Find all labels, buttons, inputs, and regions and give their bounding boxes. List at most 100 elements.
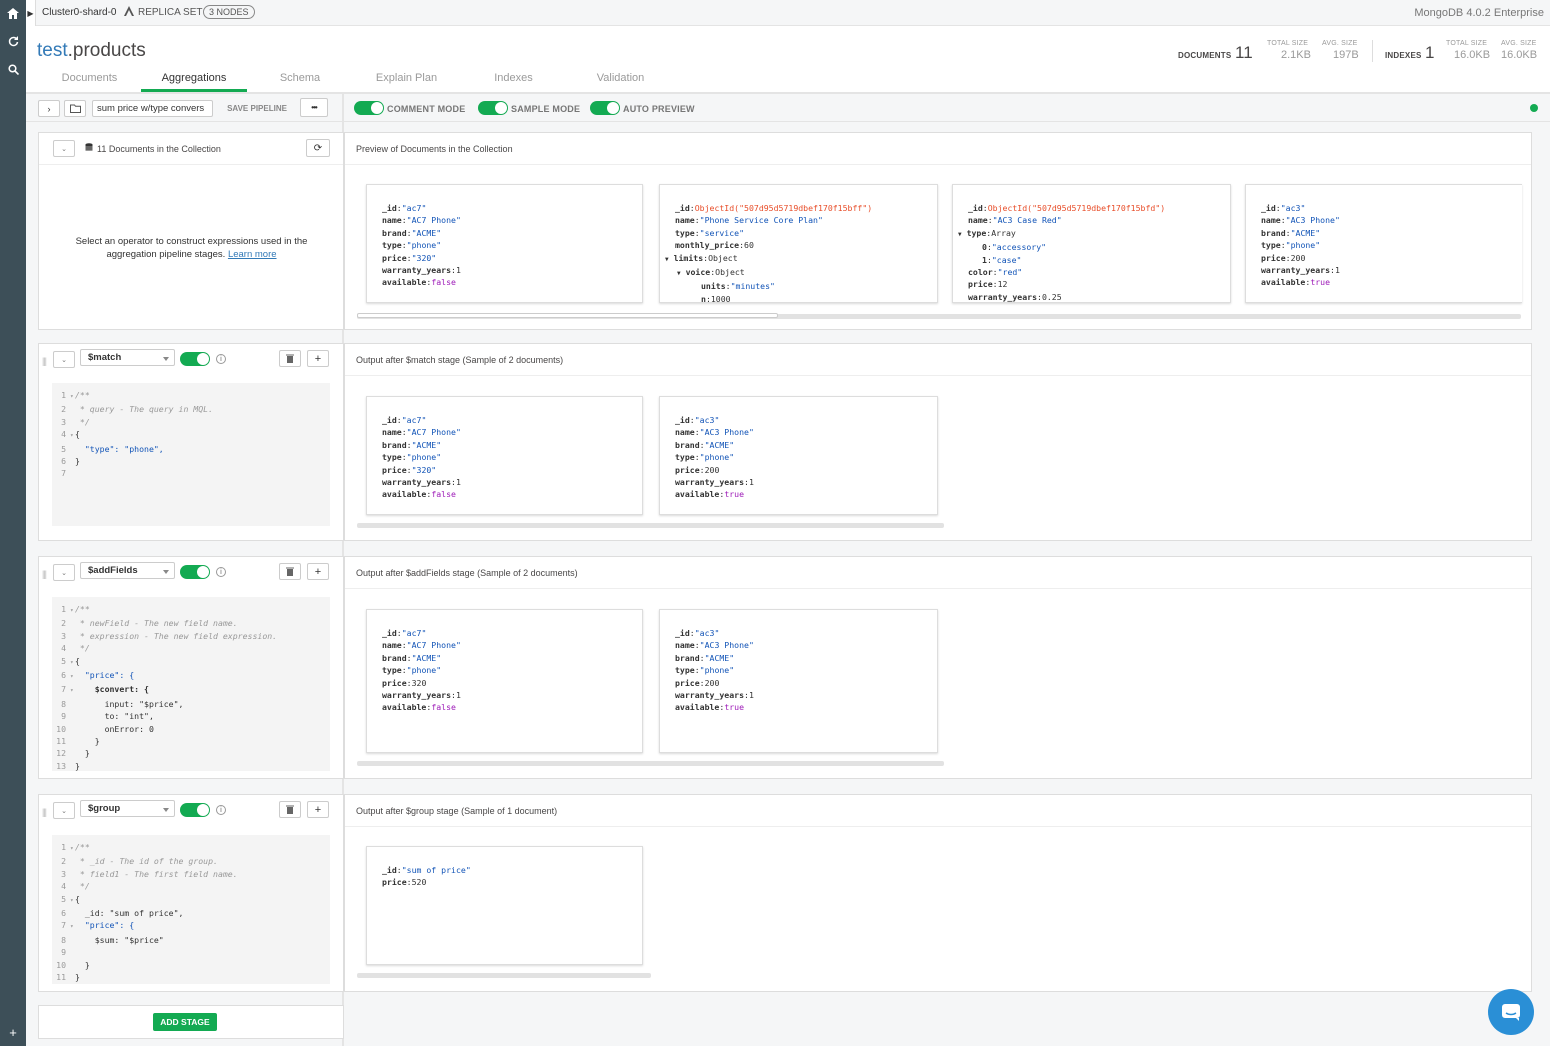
field-key: name: [968, 215, 988, 226]
collapse-stage-button[interactable]: ⌄: [53, 351, 75, 368]
document-field: name:"AC3 Case Red": [968, 215, 1062, 226]
drag-handle-icon[interactable]: |||: [42, 569, 47, 579]
stage-operator-select[interactable]: $addFields: [80, 562, 175, 579]
stage-output-header: Output after $group stage (Sample of 1 d…: [345, 795, 1531, 827]
chat-icon[interactable]: [1488, 989, 1534, 1035]
drag-handle-icon[interactable]: |||: [42, 356, 47, 366]
operator-hint: Select an operator to construct expressi…: [63, 235, 320, 261]
code-text: }: [75, 959, 90, 970]
document-field: price:320: [382, 677, 427, 688]
field-key: warranty_years: [382, 690, 452, 701]
stage-operator-select[interactable]: $group: [80, 800, 175, 817]
learn-more-link[interactable]: Learn more: [228, 249, 277, 260]
line-number: 5: [61, 655, 66, 666]
field-key: brand: [675, 652, 700, 663]
document-field: units:"minutes": [701, 281, 775, 292]
info-icon[interactable]: i: [216, 567, 226, 577]
code-text: /**: [75, 604, 90, 614]
add-stage-after-button[interactable]: +: [307, 350, 329, 367]
expand-arrow-icon[interactable]: ▼: [677, 270, 681, 277]
document-field: brand:"ACME": [675, 439, 735, 450]
code-line: 10 onError: 0: [52, 723, 330, 735]
tab-explain-plan[interactable]: Explain Plan: [353, 72, 460, 92]
field-key: limits: [673, 252, 704, 263]
index-total-size-label: TOTAL SIZE: [1446, 40, 1488, 47]
add-stage-button[interactable]: ADD STAGE: [153, 1013, 217, 1031]
horizontal-scrollbar[interactable]: [357, 973, 651, 978]
field-value: 1: [455, 477, 461, 488]
code-text: */: [75, 643, 90, 654]
total-size-value: 2.1KB: [1281, 49, 1311, 61]
search-icon[interactable]: [0, 57, 26, 81]
field-key: type: [675, 227, 695, 238]
code-line: 6 _id: "sum of price",: [52, 907, 330, 919]
stage-enabled-toggle[interactable]: [180, 352, 210, 366]
tab-schema[interactable]: Schema: [247, 72, 353, 92]
sidebar-rail: +: [0, 0, 26, 1046]
sample-mode-toggle[interactable]: [478, 101, 508, 115]
trash-icon[interactable]: [279, 563, 301, 580]
open-pipeline-button[interactable]: [64, 100, 86, 117]
document-field: _id:"ac7": [382, 203, 427, 213]
auto-preview-toggle[interactable]: [590, 101, 620, 115]
code-line: 3 * expression - The new field expressio…: [52, 630, 330, 642]
scrollbar-thumb[interactable]: [357, 313, 778, 318]
field-key: type: [1261, 240, 1281, 251]
line-number: 5: [61, 443, 66, 454]
horizontal-scrollbar[interactable]: [357, 761, 944, 766]
collapse-stage-button[interactable]: ⌄: [53, 564, 75, 581]
database-name[interactable]: test: [37, 40, 68, 61]
stage-enabled-toggle[interactable]: [180, 565, 210, 579]
collapse-stage-button[interactable]: ⌄: [53, 802, 75, 819]
info-icon[interactable]: i: [216, 805, 226, 815]
pipeline-name-input[interactable]: sum price w/type convers: [92, 100, 213, 117]
add-stage-panel: ADD STAGE: [38, 1005, 344, 1039]
tab-validation[interactable]: Validation: [567, 72, 674, 92]
avg-size-label: AVG. SIZE: [1322, 40, 1358, 47]
drag-handle-icon[interactable]: |||: [42, 807, 47, 817]
plus-icon[interactable]: +: [0, 1020, 26, 1044]
more-options-button[interactable]: •••: [300, 98, 328, 117]
horizontal-scrollbar[interactable]: [357, 523, 944, 528]
reload-icon[interactable]: ⟳: [306, 139, 330, 157]
code-text: * field1 - The first field name.: [75, 868, 238, 879]
document-field: _id:"ac3": [675, 628, 720, 638]
stage-operator-select[interactable]: $match: [80, 349, 175, 366]
home-icon[interactable]: [0, 1, 26, 25]
tab-indexes[interactable]: Indexes: [460, 72, 567, 92]
field-value: "ACME": [411, 439, 442, 450]
expand-arrow-icon[interactable]: ▼: [958, 231, 962, 238]
add-stage-after-button[interactable]: +: [307, 801, 329, 818]
stage-code-editor[interactable]: 1 ▾/** 2 * _id - The id of the group. 3 *…: [52, 835, 330, 984]
tab-documents[interactable]: Documents: [38, 72, 141, 92]
trash-icon[interactable]: [279, 801, 301, 818]
field-value: "ac7": [401, 203, 427, 213]
document-field: name:"AC7 Phone": [382, 640, 461, 651]
document-field: ▼ voice:Object: [677, 267, 745, 278]
pipeline-toolbar: › sum price w/type convers SAVE PIPELINE…: [26, 92, 1550, 122]
document-field: name:"AC7 Phone": [382, 215, 461, 226]
expand-arrow-icon[interactable]: ▼: [665, 256, 669, 263]
info-icon[interactable]: i: [216, 354, 226, 364]
line-number: 7: [61, 920, 66, 931]
code-text: {: [75, 893, 80, 904]
stage-code-editor[interactable]: 1 ▾/** 2 * newField - The new field name.…: [52, 597, 330, 771]
refresh-icon[interactable]: [0, 29, 26, 53]
code-line: 6}: [52, 455, 330, 467]
code-line: 13}: [52, 760, 330, 772]
collapse-button[interactable]: ›: [38, 100, 60, 117]
line-number: 7: [61, 684, 66, 695]
stage-code-editor[interactable]: 1 ▾/** 2 * query - The query in MQL. 3 */…: [52, 383, 330, 526]
trash-icon[interactable]: [279, 350, 301, 367]
tab-aggregations[interactable]: Aggregations: [141, 72, 247, 92]
field-key: type: [382, 452, 402, 463]
comment-mode-toggle[interactable]: [354, 101, 384, 115]
field-key: _id: [675, 203, 690, 213]
stage-enabled-toggle[interactable]: [180, 803, 210, 817]
stage-output-header: Output after $addFields stage (Sample of…: [345, 557, 1531, 589]
add-stage-after-button[interactable]: +: [307, 563, 329, 580]
collapse-source-button[interactable]: ⌄: [53, 140, 75, 157]
line-number: 6: [61, 908, 66, 919]
save-pipeline-button[interactable]: SAVE PIPELINE: [218, 98, 296, 119]
expand-sidebar-button[interactable]: ▶: [26, 0, 36, 26]
